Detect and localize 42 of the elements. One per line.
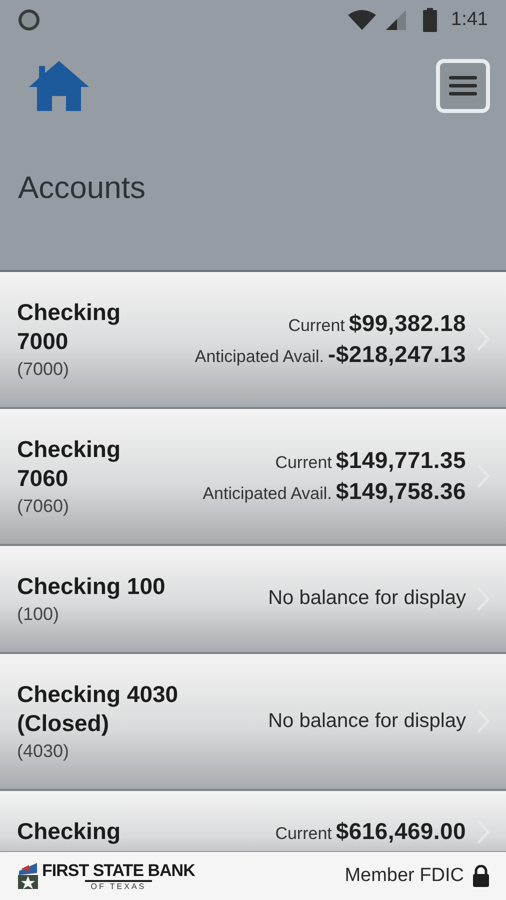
account-row[interactable]: Checking 7060 (7060) Current $149,771.35 Anticipated Avail. $149,758.36: [0, 409, 506, 546]
account-row[interactable]: Checking 7000 (7000) Current $99,382.18 Anticipated Avail. -$218,247.13: [0, 272, 506, 409]
menu-icon: [449, 75, 477, 97]
signal-icon: [385, 9, 408, 31]
account-name: Checking 7000: [17, 298, 122, 356]
lock-icon: [472, 865, 490, 887]
balance-amount: $99,382.18: [348, 310, 466, 337]
balance-amount: $149,771.35: [336, 447, 466, 474]
balance-label: Current: [288, 316, 345, 336]
balance-label: Current: [275, 453, 332, 473]
menu-button[interactable]: [436, 59, 490, 113]
battery-icon: [423, 8, 438, 32]
account-number: (100): [17, 604, 60, 625]
no-balance-message: No balance for display: [268, 587, 466, 610]
account-row[interactable]: Checking 4030 (Closed) (4030) No balance for display: [0, 654, 506, 791]
account-row[interactable]: Checking Current $616,469.00: [0, 791, 506, 851]
bank-name: FIRST STATE BANK: [42, 862, 195, 880]
notification-icon: [18, 9, 40, 31]
balance-label: Current: [275, 824, 332, 844]
account-number: (7000): [17, 359, 70, 380]
bank-subtitle: OF TEXAS: [84, 880, 152, 890]
account-name: Checking 7060: [17, 435, 122, 493]
account-name: Checking 4030 (Closed): [17, 680, 180, 738]
balance-amount: -$218,247.13: [328, 341, 466, 368]
home-icon[interactable]: [28, 60, 90, 112]
account-name: Checking 100: [17, 572, 166, 601]
account-number: (4030): [17, 741, 70, 762]
balance-label: Anticipated Avail.: [194, 347, 324, 367]
page-title: Accounts: [18, 170, 147, 206]
account-name: Checking: [17, 817, 122, 846]
status-time: 1:41: [451, 9, 488, 31]
balance-label: Anticipated Avail.: [202, 484, 332, 504]
account-number: (7060): [17, 496, 70, 517]
chevron-icon: [476, 586, 490, 612]
star-flag-icon: [17, 861, 39, 891]
account-row[interactable]: Checking 100 (100) No balance for display: [0, 546, 506, 654]
chevron-icon: [476, 818, 490, 844]
no-balance-message: No balance for display: [268, 710, 466, 732]
balance-amount: $149,758.36: [336, 478, 466, 505]
member-fdic-text: Member FDIC: [344, 865, 464, 887]
balance-amount: $616,469.00: [336, 818, 466, 845]
wifi-icon: [347, 9, 378, 31]
